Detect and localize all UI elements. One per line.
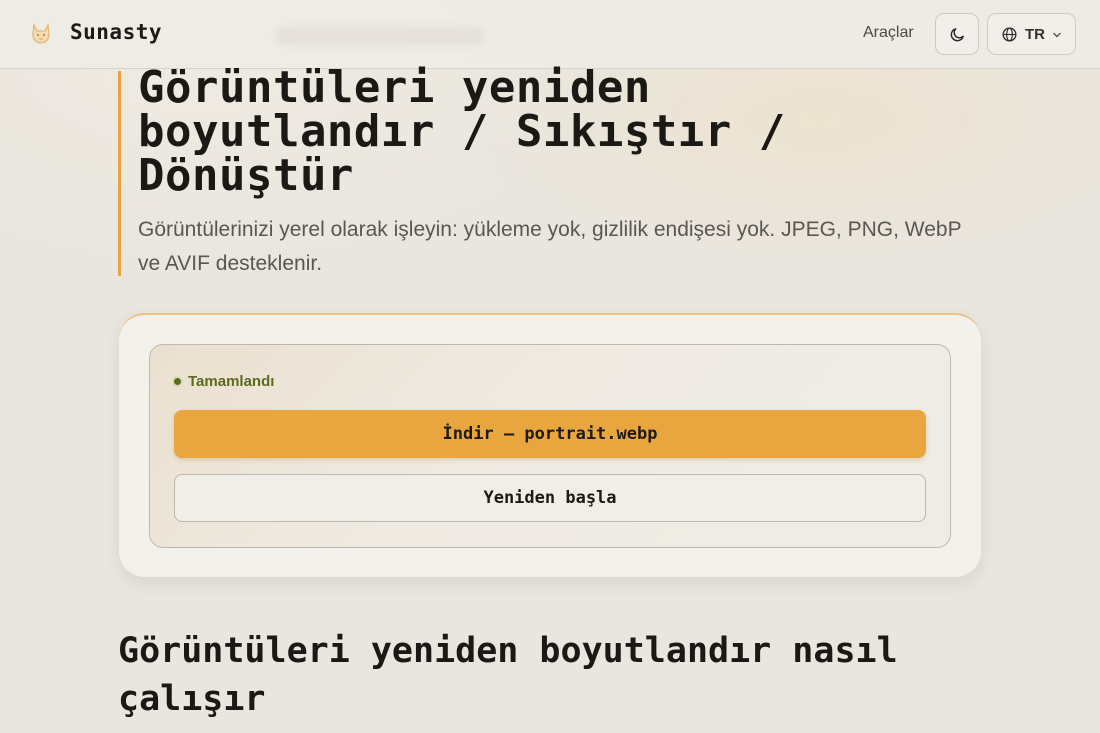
- restart-button[interactable]: Yeniden başla: [174, 474, 926, 522]
- how-it-works-heading: Görüntüleri yeniden boyutlandır nasıl ça…: [118, 631, 898, 719]
- language-select[interactable]: TR: [987, 13, 1076, 55]
- nav-link-tools[interactable]: Araçlar: [863, 24, 914, 42]
- result-panel: Tamamlandı İndir — portrait.webp Yeniden…: [149, 344, 951, 548]
- status-badge: Tamamlandı: [172, 373, 274, 390]
- chevron-down-icon: [1053, 32, 1061, 38]
- tool-card: Tamamlandı İndir — portrait.webp Yeniden…: [119, 313, 981, 577]
- status-dot-icon: [172, 376, 183, 387]
- moon-icon: [950, 28, 964, 42]
- top-nav: Sunasty Araçlar TR: [0, 0, 1100, 69]
- hero-accent-bar: [118, 71, 121, 276]
- brand-name[interactable]: Sunasty: [70, 20, 162, 44]
- header-search-placeholder: [275, 26, 485, 46]
- cat-logo-icon[interactable]: [27, 20, 55, 48]
- status-label: Tamamlandı: [188, 373, 275, 390]
- page-title: Görüntüleri yeniden boyutlandır / Sıkışt…: [138, 62, 786, 201]
- download-button[interactable]: İndir — portrait.webp: [174, 410, 926, 458]
- language-label: TR: [1025, 26, 1045, 43]
- globe-icon: [1002, 27, 1017, 42]
- theme-toggle-button[interactable]: [935, 13, 979, 55]
- page-subtitle: Görüntülerinizi yerel olarak işleyin: yü…: [138, 218, 962, 275]
